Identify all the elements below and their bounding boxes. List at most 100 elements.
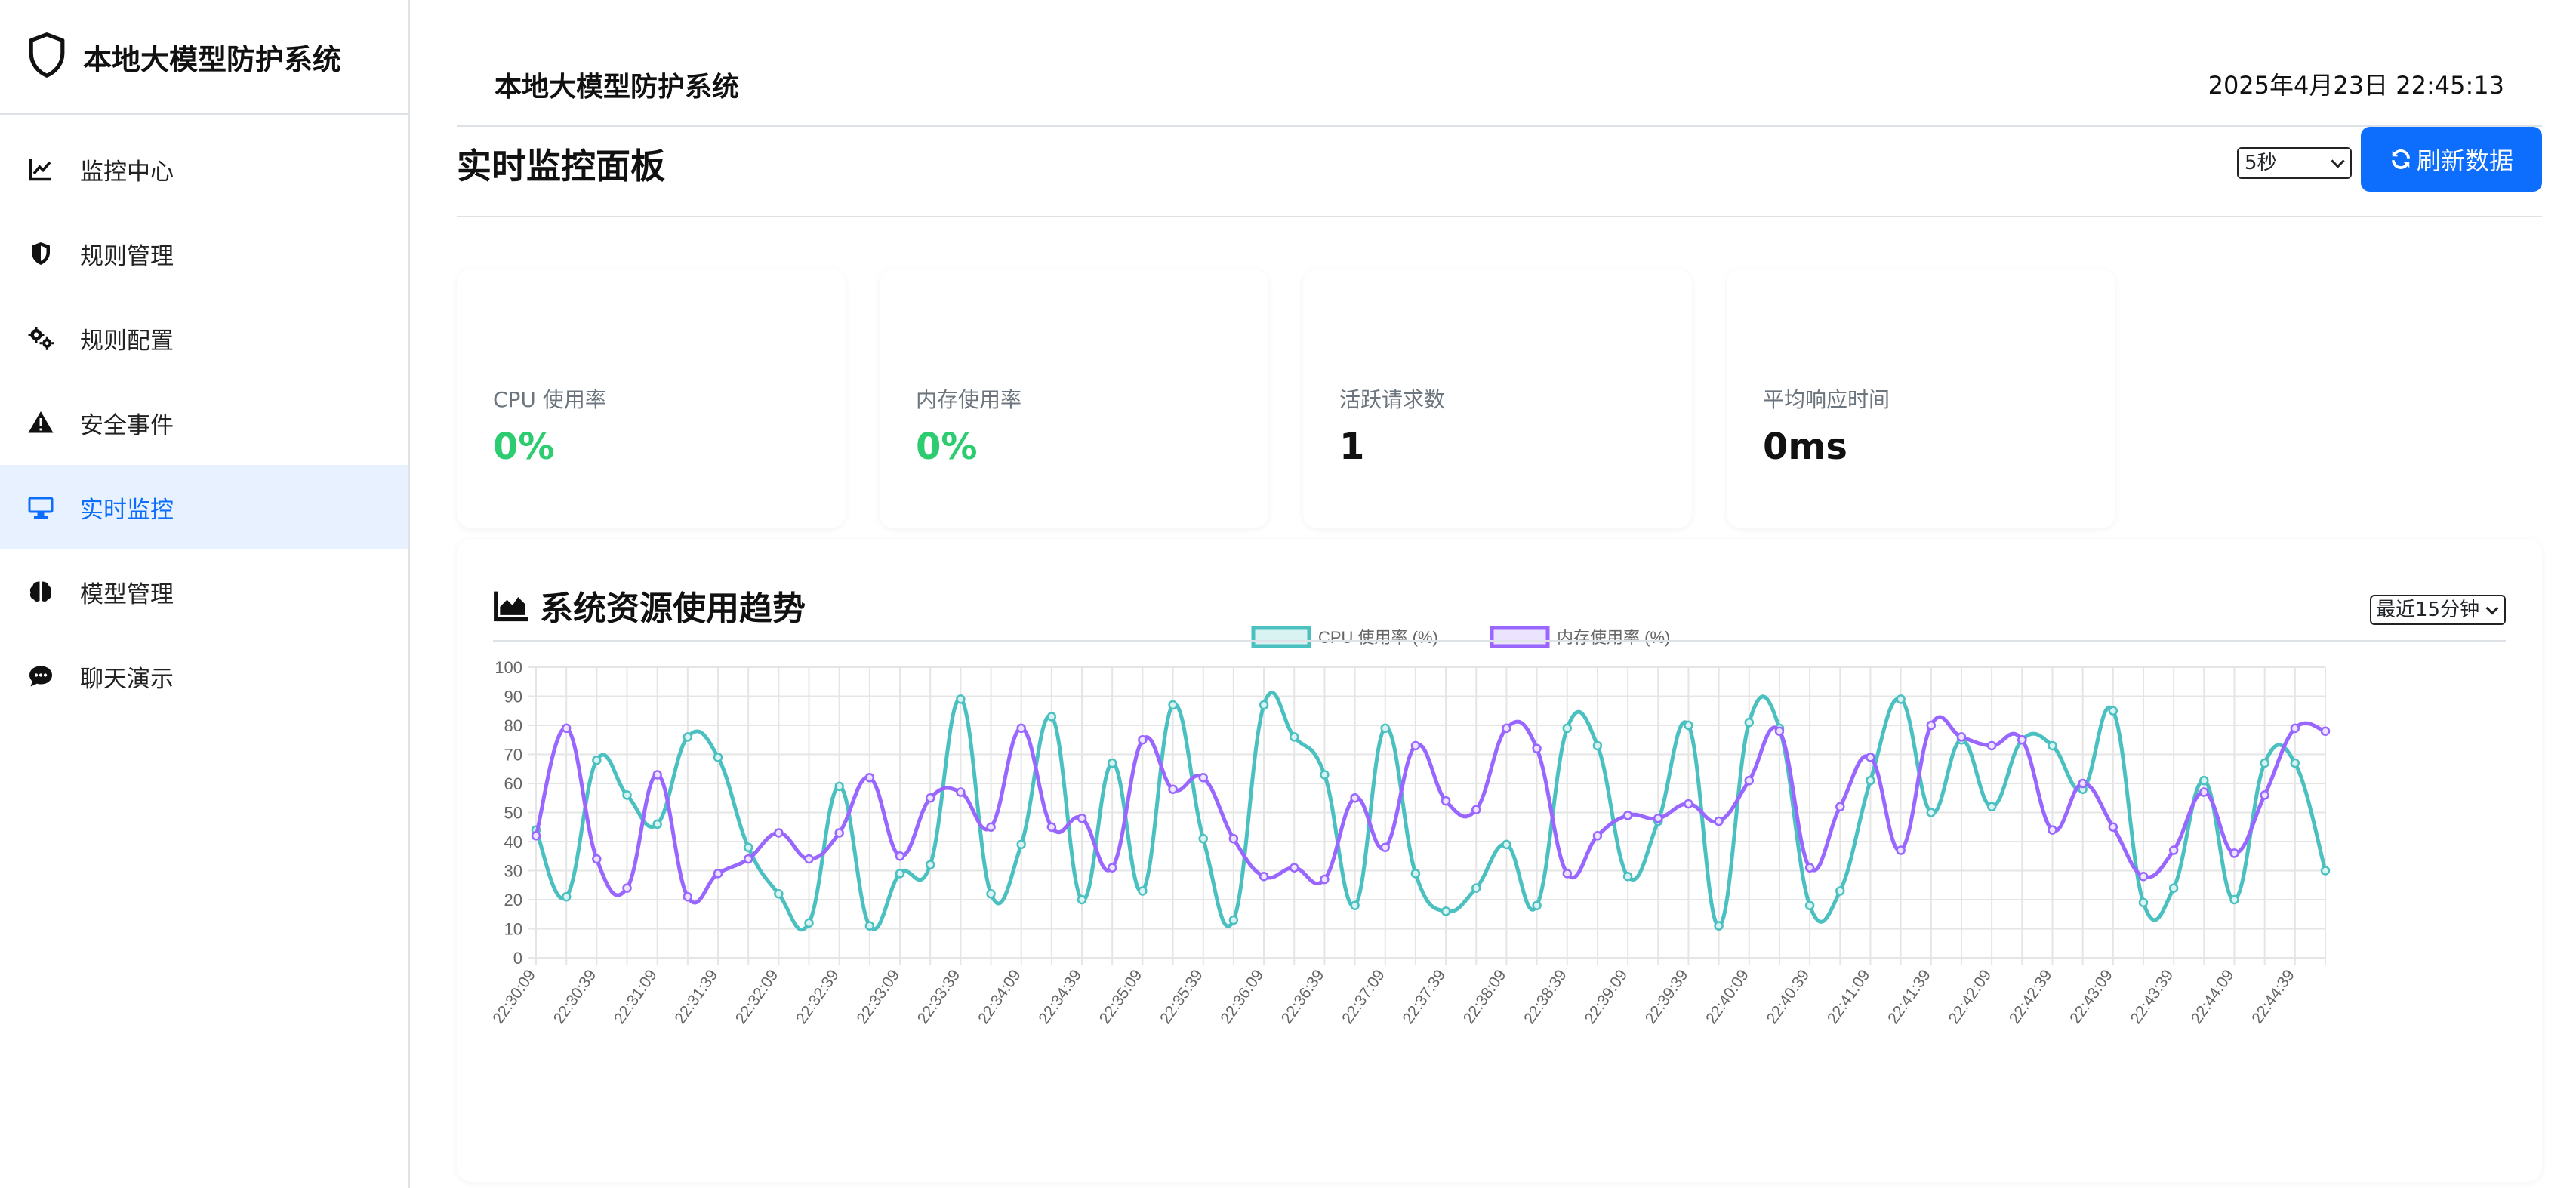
x-tick-label: 22:44:09 [2188, 967, 2238, 1027]
brand-title: 本地大模型防护系统 [83, 42, 342, 76]
memory-data-point [622, 883, 632, 893]
x-tick-label: 22:37:09 [1339, 967, 1388, 1027]
memory-data-point [2260, 790, 2269, 800]
memory-data-point [1956, 732, 1967, 742]
sidebar-item-model-management[interactable]: 模型管理 [0, 549, 408, 634]
x-tick-label: 22:33:39 [914, 967, 964, 1027]
sidebar-item-chat-demo[interactable]: 聊天演示 [0, 634, 408, 719]
sidebar-item-rule-config[interactable]: 规则配置 [0, 296, 408, 380]
cpu-data-point [1441, 906, 1451, 916]
memory-data-point [531, 831, 541, 841]
memory-data-point [1684, 799, 1693, 809]
y-tick-label: 60 [504, 774, 522, 793]
y-tick-label: 100 [495, 658, 522, 677]
top-header: 本地大模型防护系统 2025年4月23日 22:45:13 [457, 0, 2542, 127]
x-tick-label: 22:38:39 [1521, 967, 1570, 1027]
memory-data-point [2168, 845, 2179, 855]
stat-value: 1 [1339, 426, 1365, 468]
stat-label: 内存使用率 [916, 387, 1022, 412]
memory-data-point [925, 793, 935, 803]
y-tick-label: 50 [504, 804, 522, 823]
stat-value: 0% [916, 426, 978, 468]
y-tick-label: 70 [504, 746, 522, 765]
memory-data-point [895, 851, 905, 861]
cpu-data-point [1228, 915, 1239, 925]
cpu-data-point [864, 921, 875, 931]
memory-data-point [1168, 784, 1178, 794]
page-title: 实时监控面板 [457, 146, 665, 186]
stat-label: 平均响应时间 [1763, 387, 1890, 412]
cpu-data-point [1684, 720, 1693, 731]
cpu-data-point [622, 790, 632, 800]
sidebar-item-label: 规则配置 [80, 327, 174, 355]
x-tick-label: 22:44:39 [2248, 967, 2298, 1027]
sidebar-item-realtime-monitor[interactable]: 实时监控 [0, 465, 408, 549]
sidebar-item-rule-management[interactable]: 规则管理 [0, 211, 408, 296]
stat-card-cpu: CPU 使用率 0% [457, 269, 846, 528]
memory-data-point [1380, 842, 1390, 852]
x-tick-label: 22:35:39 [1157, 967, 1206, 1027]
cpu-data-point [774, 889, 784, 899]
refresh-data-button[interactable]: 刷新数据 [2361, 127, 2542, 192]
memory-data-point [1198, 773, 1208, 783]
sidebar-item-monitor-center[interactable]: 监控中心 [0, 127, 408, 211]
refresh-icon [2392, 149, 2410, 169]
memory-data-point [1653, 813, 1663, 823]
memory-data-point [956, 787, 966, 797]
memory-data-point [743, 854, 753, 864]
y-tick-label: 90 [504, 688, 522, 706]
x-tick-label: 22:30:09 [489, 967, 539, 1027]
memory-data-point [1077, 813, 1087, 823]
sidebar-item-label: 规则管理 [80, 242, 174, 270]
brand: 本地大模型防护系统 [0, 0, 408, 115]
memory-data-point [1896, 845, 1906, 855]
memory-data-point [2108, 822, 2118, 832]
y-tick-label: 40 [504, 833, 522, 851]
x-tick-label: 22:37:39 [1399, 967, 1449, 1027]
cpu-data-point [1046, 712, 1057, 722]
memory-data-point [652, 770, 662, 780]
memory-data-point [1562, 869, 1573, 879]
x-tick-label: 22:41:39 [1884, 967, 1934, 1027]
stat-value: 0ms [1763, 426, 1847, 468]
memory-data-point [1502, 723, 1511, 734]
memory-data-point [1714, 816, 1724, 826]
memory-data-point [2199, 787, 2209, 797]
sidebar-item-security-events[interactable]: 安全事件 [0, 380, 408, 465]
monitor-icon [27, 494, 54, 521]
sidebar-item-label: 模型管理 [80, 580, 174, 608]
memory-data-point [1471, 805, 1481, 814]
cpu-data-point [1804, 900, 1815, 910]
cpu-data-point [895, 869, 905, 879]
x-tick-label: 22:40:39 [1763, 967, 1813, 1027]
memory-data-point [864, 773, 875, 783]
memory-data-point [1259, 871, 1269, 882]
x-tick-label: 22:42:09 [1946, 967, 1995, 1027]
cpu-data-point [1107, 758, 1117, 768]
refresh-button-label: 刷新数据 [2416, 146, 2513, 175]
memory-data-point [2017, 735, 2027, 745]
cpu-data-point [1138, 886, 1148, 896]
memory-data-point [683, 891, 693, 902]
cpu-data-point [1289, 732, 1299, 742]
memory-data-point [2138, 871, 2149, 882]
memory-data-point [1289, 863, 1299, 873]
x-tick-label: 22:33:09 [853, 967, 903, 1027]
x-tick-label: 22:31:39 [671, 967, 721, 1027]
time-range-select[interactable]: 最近15分钟 [2370, 595, 2506, 625]
cpu-data-point [1077, 894, 1087, 905]
x-tick-label: 22:42:39 [2006, 967, 2056, 1027]
cpu-data-point [2048, 740, 2057, 751]
x-tick-label: 22:32:09 [732, 967, 782, 1027]
x-tick-label: 22:34:09 [975, 967, 1025, 1027]
memory-data-point [1835, 802, 1845, 812]
x-tick-label: 22:43:39 [2128, 967, 2177, 1027]
memory-data-point [1986, 740, 1997, 751]
main-content: 本地大模型防护系统 2025年4月23日 22:45:13 实时监控面板 5秒 … [411, 0, 2576, 1188]
cpu-data-point [1259, 700, 1269, 710]
x-tick-label: 22:43:09 [2066, 967, 2116, 1027]
memory-data-point [1441, 796, 1451, 806]
memory-data-point [1107, 863, 1117, 873]
refresh-interval-select[interactable]: 5秒 [2237, 147, 2352, 179]
memory-data-point [804, 854, 814, 864]
